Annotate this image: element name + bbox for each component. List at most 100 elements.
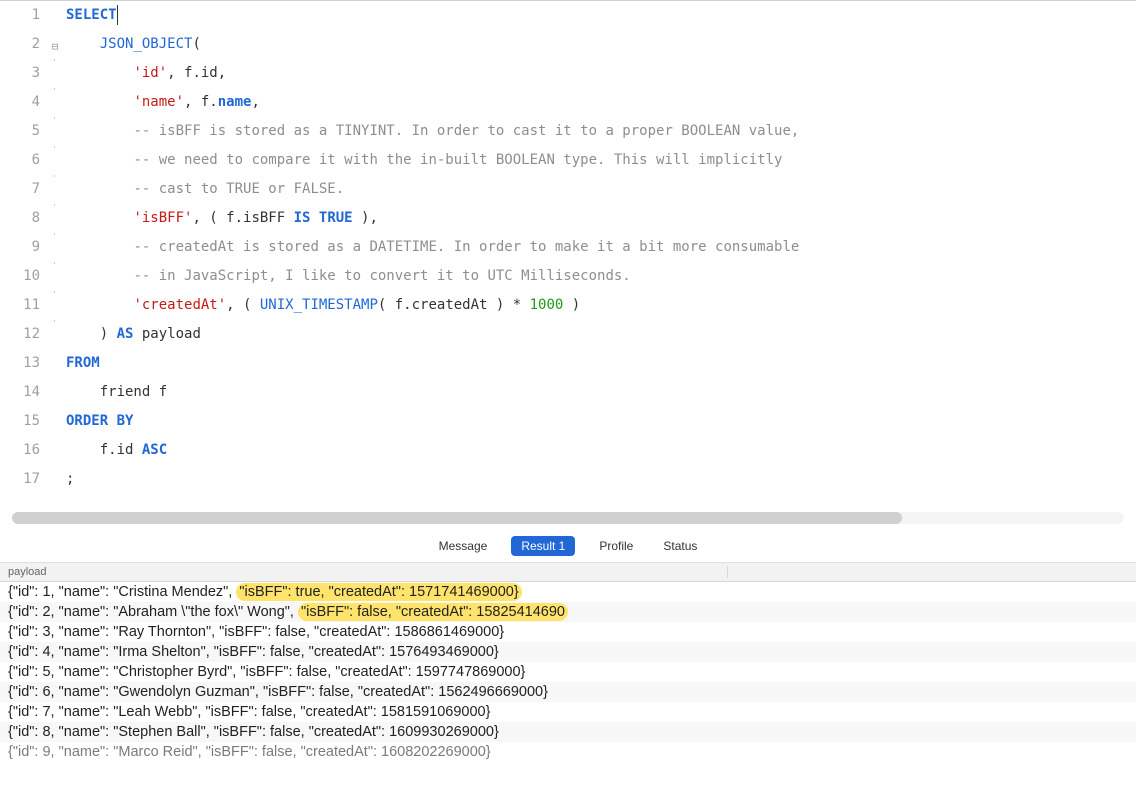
- code-line[interactable]: 16 f.id ASC: [0, 436, 1136, 465]
- code-content[interactable]: 'createdAt', ( UNIX_TIMESTAMP( f.created…: [62, 291, 580, 320]
- tab-profile[interactable]: Profile: [593, 536, 639, 556]
- fold-gutter: [54, 59, 62, 61]
- code-content[interactable]: FROM: [62, 349, 100, 378]
- fold-gutter: [48, 465, 62, 467]
- line-number: 3: [0, 59, 48, 88]
- line-number: 2: [0, 30, 48, 59]
- result-row[interactable]: {"id": 4, "name": "Irma Shelton", "isBFF…: [0, 642, 1136, 662]
- code-content[interactable]: -- createdAt is stored as a DATETIME. In…: [62, 233, 799, 262]
- highlighted-text: "isBFF": false, "createdAt": 15825414690: [298, 603, 568, 621]
- result-text: {"id": 1, "name": "Cristina Mendez",: [8, 584, 236, 600]
- result-row[interactable]: {"id": 7, "name": "Leah Webb", "isBFF": …: [0, 702, 1136, 722]
- horizontal-scrollbar[interactable]: [12, 512, 1124, 524]
- result-row[interactable]: {"id": 9, "name": "Marco Reid", "isBFF":…: [0, 742, 1136, 762]
- code-line[interactable]: 3 'id', f.id,: [0, 59, 1136, 88]
- results-grid[interactable]: {"id": 1, "name": "Cristina Mendez", "is…: [0, 582, 1136, 762]
- code-content[interactable]: -- isBFF is stored as a TINYINT. In orde…: [62, 117, 799, 146]
- fold-gutter: [54, 320, 62, 322]
- line-number: 13: [0, 349, 48, 378]
- code-content[interactable]: JSON_OBJECT(: [62, 30, 201, 59]
- line-number: 6: [0, 146, 48, 175]
- code-line[interactable]: 7 -- cast to TRUE or FALSE.: [0, 175, 1136, 204]
- fold-gutter: [48, 1, 62, 3]
- fold-gutter: [54, 146, 62, 148]
- code-line[interactable]: 12 ) AS payload: [0, 320, 1136, 349]
- code-content[interactable]: -- in JavaScript, I like to convert it t…: [62, 262, 631, 291]
- result-text: {"id": 6, "name": "Gwendolyn Guzman", "i…: [8, 684, 548, 700]
- highlighted-text: "isBFF": true, "createdAt": 157174146900…: [236, 583, 521, 601]
- result-row[interactable]: {"id": 3, "name": "Ray Thornton", "isBFF…: [0, 622, 1136, 642]
- result-row[interactable]: {"id": 8, "name": "Stephen Ball", "isBFF…: [0, 722, 1136, 742]
- tab-status[interactable]: Status: [657, 536, 703, 556]
- sql-editor[interactable]: 1SELECT2⊟ JSON_OBJECT(3 'id', f.id,4 'na…: [0, 0, 1136, 510]
- code-content[interactable]: SELECT: [62, 1, 118, 30]
- line-number: 16: [0, 436, 48, 465]
- code-content[interactable]: -- cast to TRUE or FALSE.: [62, 175, 344, 204]
- fold-gutter: [48, 378, 62, 380]
- code-content[interactable]: ORDER BY: [62, 407, 133, 436]
- code-line[interactable]: 9 -- createdAt is stored as a DATETIME. …: [0, 233, 1136, 262]
- code-line[interactable]: 8 'isBFF', ( f.isBFF IS TRUE ),: [0, 204, 1136, 233]
- line-number: 14: [0, 378, 48, 407]
- code-line[interactable]: 13 FROM: [0, 349, 1136, 378]
- fold-gutter: [54, 204, 62, 206]
- result-text: {"id": 9, "name": "Marco Reid", "isBFF":…: [8, 744, 491, 760]
- fold-gutter: [54, 175, 62, 177]
- line-number: 9: [0, 233, 48, 262]
- code-line[interactable]: 6 -- we need to compare it with the in-b…: [0, 146, 1136, 175]
- fold-gutter: [48, 349, 62, 351]
- code-content[interactable]: 'id', f.id,: [62, 59, 226, 88]
- code-content[interactable]: ) AS payload: [62, 320, 201, 349]
- line-number: 12: [0, 320, 48, 349]
- code-content[interactable]: -- we need to compare it with the in-bui…: [62, 146, 782, 175]
- fold-gutter: [48, 407, 62, 409]
- column-header-payload[interactable]: payload: [8, 566, 728, 578]
- result-tabs: Message Result 1 Profile Status: [0, 530, 1136, 563]
- line-number: 17: [0, 465, 48, 494]
- fold-gutter: [54, 88, 62, 90]
- result-text: {"id": 5, "name": "Christopher Byrd", "i…: [8, 664, 525, 680]
- code-line[interactable]: 4 'name', f.name,: [0, 88, 1136, 117]
- line-number: 5: [0, 117, 48, 146]
- line-number: 1: [0, 1, 48, 30]
- code-line[interactable]: 5 -- isBFF is stored as a TINYINT. In or…: [0, 117, 1136, 146]
- tab-result-1[interactable]: Result 1: [511, 536, 575, 556]
- fold-gutter: [54, 262, 62, 264]
- code-content[interactable]: ;: [62, 465, 74, 494]
- code-content[interactable]: 'isBFF', ( f.isBFF IS TRUE ),: [62, 204, 378, 233]
- line-number: 10: [0, 262, 48, 291]
- result-row[interactable]: {"id": 6, "name": "Gwendolyn Guzman", "i…: [0, 682, 1136, 702]
- fold-gutter: [54, 233, 62, 235]
- result-row[interactable]: {"id": 2, "name": "Abraham \"the fox\" W…: [0, 602, 1136, 622]
- result-text: {"id": 2, "name": "Abraham \"the fox\" W…: [8, 604, 298, 620]
- line-number: 7: [0, 175, 48, 204]
- line-number: 11: [0, 291, 48, 320]
- line-number: 4: [0, 88, 48, 117]
- results-header: payload: [0, 563, 1136, 582]
- code-content[interactable]: f.id ASC: [62, 436, 167, 465]
- code-content[interactable]: 'name', f.name,: [62, 88, 260, 117]
- line-number: 8: [0, 204, 48, 233]
- code-line[interactable]: 11 'createdAt', ( UNIX_TIMESTAMP( f.crea…: [0, 291, 1136, 320]
- result-text: {"id": 3, "name": "Ray Thornton", "isBFF…: [8, 624, 504, 640]
- fold-gutter: [48, 436, 62, 438]
- fold-gutter: [54, 117, 62, 119]
- code-line[interactable]: 2⊟ JSON_OBJECT(: [0, 30, 1136, 59]
- code-line[interactable]: 1 SELECT: [0, 1, 1136, 30]
- scrollbar-thumb[interactable]: [12, 512, 902, 524]
- result-row[interactable]: {"id": 5, "name": "Christopher Byrd", "i…: [0, 662, 1136, 682]
- result-text: {"id": 4, "name": "Irma Shelton", "isBFF…: [8, 644, 499, 660]
- code-line[interactable]: 17;: [0, 465, 1136, 494]
- code-line[interactable]: 15 ORDER BY: [0, 407, 1136, 436]
- code-line[interactable]: 10 -- in JavaScript, I like to convert i…: [0, 262, 1136, 291]
- text-cursor: [117, 5, 118, 25]
- result-text: {"id": 7, "name": "Leah Webb", "isBFF": …: [8, 704, 490, 720]
- fold-gutter: [54, 291, 62, 293]
- code-line[interactable]: 14 friend f: [0, 378, 1136, 407]
- line-number: 15: [0, 407, 48, 436]
- fold-gutter[interactable]: ⊟: [48, 30, 62, 61]
- code-content[interactable]: friend f: [62, 378, 167, 407]
- result-text: {"id": 8, "name": "Stephen Ball", "isBFF…: [8, 724, 499, 740]
- result-row[interactable]: {"id": 1, "name": "Cristina Mendez", "is…: [0, 582, 1136, 602]
- tab-message[interactable]: Message: [433, 536, 494, 556]
